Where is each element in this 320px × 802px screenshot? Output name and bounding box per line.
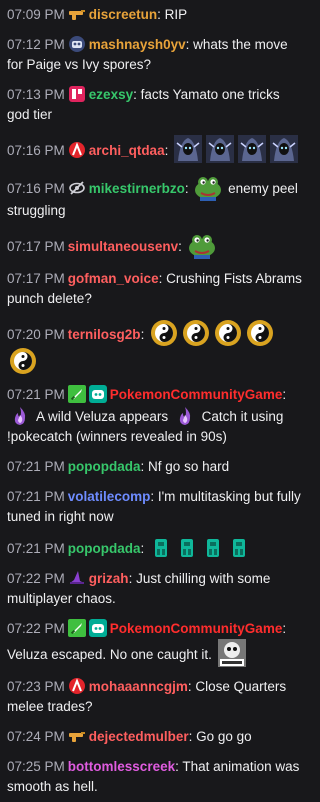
witch-hat-badge-icon[interactable] <box>68 569 86 587</box>
hooded-figure-emote-icon[interactable] <box>238 135 267 163</box>
message-text: : <box>140 327 149 342</box>
purple-flame-emote-icon[interactable] <box>9 405 31 427</box>
message-timestamp: 07:16 PM <box>7 181 65 196</box>
message-text: : Nf go so hard <box>140 459 230 474</box>
chat-message: 07:13 PM ezexsy: facts Yamato one tricks … <box>7 80 305 130</box>
chat-message: 07:20 PM ternilosg2b: <box>7 314 305 380</box>
chat-username[interactable]: grizah <box>89 571 129 586</box>
message-timestamp: 07:21 PM <box>7 387 65 402</box>
chat-username[interactable]: mikestirnerbzo <box>89 181 185 196</box>
message-timestamp: 07:20 PM <box>7 327 65 342</box>
message-timestamp: 07:17 PM <box>7 271 65 286</box>
chat-username[interactable]: popopdada <box>68 541 141 556</box>
message-text: : RIP <box>157 7 188 22</box>
rigged-emote-icon[interactable] <box>217 639 246 667</box>
chat-message: 07:24 PM dejectedmulber: Go go go <box>7 722 305 752</box>
chat-username[interactable]: gofman_voice <box>68 271 159 286</box>
no-eye-badge-icon[interactable] <box>68 179 86 197</box>
chat-username[interactable]: mohaaanncgjm <box>89 679 188 694</box>
hooded-figure-emote-icon[interactable] <box>206 135 235 163</box>
message-timestamp: 07:25 PM <box>7 759 65 774</box>
chat-message: 07:22 PM PokemonCommunityGame: Veluza esc… <box>7 614 305 672</box>
chat-username[interactable]: simultaneousenv <box>68 239 178 254</box>
message-text: : <box>184 181 193 196</box>
frog-emote-icon[interactable] <box>194 173 222 201</box>
yin-yang-emote-icon[interactable] <box>214 319 242 347</box>
chat-message: 07:25 PM bottomlesscreek: That animation … <box>7 752 305 802</box>
chat-username[interactable]: discreetun <box>89 7 157 22</box>
yin-yang-emote-icon[interactable] <box>246 319 274 347</box>
message-timestamp: 07:21 PM <box>7 459 65 474</box>
message-timestamp: 07:12 PM <box>7 37 65 52</box>
teal-figure-emote-icon[interactable] <box>150 537 172 559</box>
chat-message: 07:21 PM popopdada: Nf go so hard <box>7 452 305 482</box>
chat-message: 07:17 PM gofman_voice: Crushing Fists Abr… <box>7 264 305 314</box>
message-text: : <box>178 239 186 254</box>
chat-username[interactable]: popopdada <box>68 459 141 474</box>
chat-message: 07:21 PM volatilecomp: I'm multitasking b… <box>7 482 305 532</box>
a-badge-icon[interactable] <box>68 141 86 159</box>
teal-figure-emote-icon[interactable] <box>176 537 198 559</box>
message-text: : Go go go <box>188 729 252 744</box>
hooded-figure-emote-icon[interactable] <box>174 135 203 163</box>
message-text: A wild Veluza appears <box>33 409 172 424</box>
hooded-figure-emote-icon[interactable] <box>270 135 299 163</box>
chat-username[interactable]: archi_qtdaa <box>89 143 165 158</box>
chat-username[interactable]: dejectedmulber <box>89 729 189 744</box>
robot-badge-icon[interactable] <box>68 35 86 53</box>
chat-message-list[interactable]: 07:09 PM discreetun: RIP 07:12 PM mashnaysh… <box>0 0 313 802</box>
frog-emote-icon[interactable] <box>188 231 216 259</box>
yin-yang-emote-icon[interactable] <box>182 319 210 347</box>
message-timestamp: 07:13 PM <box>7 87 65 102</box>
purple-flame-emote-icon[interactable] <box>174 405 196 427</box>
chat-username[interactable]: ezexsy <box>89 87 133 102</box>
message-timestamp: 07:21 PM <box>7 541 65 556</box>
message-timestamp: 07:16 PM <box>7 143 65 158</box>
sword-badge-icon[interactable] <box>67 385 86 403</box>
chat-message: 07:12 PM mashnaysh0yv: whats the move for… <box>7 30 305 80</box>
chat-username[interactable]: ternilosg2b <box>68 327 141 342</box>
gun-badge-icon[interactable] <box>68 5 86 23</box>
chat-message: 07:21 PM PokemonCommunityGame: A wild Vel… <box>7 380 305 452</box>
chat-username[interactable]: mashnaysh0yv <box>89 37 186 52</box>
chat-message: 07:22 PM grizah: Just chilling with some … <box>7 564 305 614</box>
message-timestamp: 07:22 PM <box>7 621 65 636</box>
chat-message: 07:23 PM mohaaanncgjm: Close Quarters mel… <box>7 672 305 722</box>
message-text: : <box>164 143 173 158</box>
teal-figure-emote-icon[interactable] <box>228 537 250 559</box>
yin-yang-emote-icon[interactable] <box>150 319 178 347</box>
message-timestamp: 07:22 PM <box>7 571 65 586</box>
chat-message: 07:21 PM popopdada: <box>7 532 305 564</box>
chat-username[interactable]: volatilecomp <box>68 489 151 504</box>
chat-username[interactable]: PokemonCommunityGame <box>110 621 283 636</box>
chat-username[interactable]: PokemonCommunityGame <box>110 387 283 402</box>
message-timestamp: 07:24 PM <box>7 729 65 744</box>
chat-message: 07:16 PM mikestirnerbzo: enemy peel strug… <box>7 168 305 226</box>
red-square-badge-icon[interactable] <box>68 85 86 103</box>
chat-message: 07:09 PM discreetun: RIP <box>7 0 305 30</box>
bot-badge-icon[interactable] <box>88 385 107 403</box>
teal-figure-emote-icon[interactable] <box>202 537 224 559</box>
chat-message: 07:17 PM simultaneousenv: <box>7 226 305 264</box>
chat-username[interactable]: bottomlesscreek <box>68 759 175 774</box>
gun-badge-icon[interactable] <box>68 727 86 745</box>
message-text: : <box>282 387 287 402</box>
message-text: : <box>140 541 149 556</box>
message-timestamp: 07:21 PM <box>7 489 65 504</box>
yin-yang-emote-icon[interactable] <box>9 347 37 375</box>
a-badge-icon[interactable] <box>68 677 86 695</box>
bot-badge-icon[interactable] <box>88 619 107 637</box>
message-timestamp: 07:17 PM <box>7 239 65 254</box>
sword-badge-icon[interactable] <box>67 619 86 637</box>
message-timestamp: 07:09 PM <box>7 7 65 22</box>
chat-message: 07:16 PM archi_qtdaa: <box>7 130 305 168</box>
message-timestamp: 07:23 PM <box>7 679 65 694</box>
